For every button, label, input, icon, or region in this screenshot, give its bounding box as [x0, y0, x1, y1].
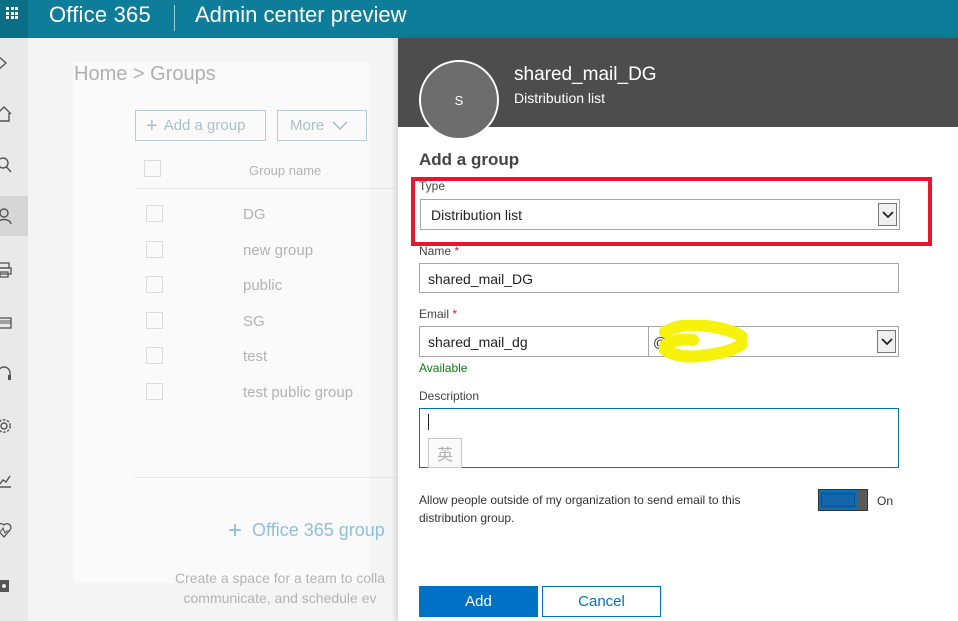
table-row-group-name[interactable]: SG	[243, 313, 265, 330]
row-checkbox[interactable]	[146, 241, 163, 258]
header-divider	[174, 5, 175, 31]
users-icon	[0, 208, 12, 225]
admin-centers-icon	[0, 580, 9, 592]
select-all-checkbox[interactable]	[144, 160, 161, 177]
allow-external-senders-toggle[interactable]	[818, 489, 868, 511]
home-icon	[0, 106, 12, 122]
row-checkbox[interactable]	[146, 205, 163, 222]
health-icon	[0, 522, 12, 538]
cancel-button[interactable]: Cancel	[542, 586, 661, 617]
name-label-text: Name	[419, 244, 452, 258]
email-domain-select[interactable]: @	[649, 320, 899, 363]
row-checkbox[interactable]	[146, 383, 163, 400]
waffle-icon	[6, 7, 18, 19]
group-avatar: S	[419, 60, 499, 140]
toggle-knob	[857, 490, 867, 510]
rail-devices[interactable]	[0, 250, 28, 290]
table-row-group-name[interactable]: test public group	[243, 384, 353, 401]
chevron-down-icon	[332, 120, 348, 130]
ime-mode-indicator: 英	[428, 438, 462, 468]
email-label: Email *	[419, 307, 457, 321]
row-checkbox[interactable]	[146, 347, 163, 364]
email-alias-input[interactable]: shared_mail_dg	[419, 326, 649, 357]
create-group-description: Create a space for a team to colla commu…	[160, 568, 400, 608]
required-marker: *	[454, 244, 460, 258]
rail-billing[interactable]	[0, 303, 28, 343]
rail-expand[interactable]	[0, 43, 28, 83]
expand-icon	[0, 56, 8, 70]
more-label: More	[290, 117, 325, 134]
toggle-track	[821, 493, 855, 507]
add-button[interactable]: Add	[419, 586, 538, 617]
app-title: Admin center preview	[195, 2, 407, 27]
office-365-group-link[interactable]: + Office 365 group	[228, 515, 385, 544]
header-divider-line	[135, 188, 397, 189]
billing-icon	[0, 317, 12, 329]
app-launcher-button[interactable]	[0, 0, 28, 38]
name-label: Name *	[419, 244, 459, 258]
rail-admin-centers[interactable]	[0, 566, 28, 606]
rail-settings[interactable]	[0, 406, 28, 446]
panel-title: shared_mail_DG	[514, 64, 657, 85]
toggle-state-label: On	[877, 494, 894, 508]
allow-external-senders-text: Allow people outside of my organization …	[419, 493, 741, 525]
table-row-group-name[interactable]: test	[243, 348, 267, 365]
list-bottom-divider	[135, 477, 397, 478]
rail-search[interactable]	[0, 145, 28, 185]
table-row-group-name[interactable]: public	[243, 277, 282, 294]
plus-icon: +	[228, 517, 243, 544]
chevron-down-icon	[880, 337, 893, 345]
breadcrumb[interactable]: Home > Groups	[74, 63, 216, 86]
column-header-group-name[interactable]: Group name	[249, 163, 321, 178]
rail-users[interactable]	[0, 196, 28, 236]
headset-icon	[0, 366, 11, 380]
brand-title[interactable]: Office 365	[49, 2, 151, 28]
create-text-line-2: communicate, and schedule ev	[183, 590, 377, 606]
left-nav-rail	[0, 38, 28, 621]
email-label-text: Email	[419, 307, 450, 321]
office-365-group-label: Office 365 group	[252, 520, 385, 540]
printer-icon	[0, 262, 12, 278]
rail-home[interactable]	[0, 94, 28, 134]
plus-icon: +	[146, 114, 158, 137]
top-bar: Office 365 Admin center preview	[0, 0, 958, 38]
section-title: Add a group	[419, 150, 520, 169]
required-marker: *	[452, 307, 458, 321]
text-caret	[428, 414, 429, 430]
annotation-highlight-box	[411, 177, 932, 246]
email-availability-status: Available	[419, 361, 468, 375]
description-textarea[interactable]: 英	[419, 408, 899, 468]
rail-support[interactable]	[0, 354, 28, 394]
table-row-group-name[interactable]: new group	[243, 242, 313, 259]
more-button[interactable]: More	[277, 110, 367, 141]
rail-reports[interactable]	[0, 460, 28, 500]
create-text-line-1: Create a space for a team to colla	[174, 570, 386, 586]
add-a-group-label: Add a group	[163, 117, 246, 134]
row-checkbox[interactable]	[146, 312, 163, 329]
panel-subtitle: Distribution list	[514, 90, 606, 106]
search-icon	[0, 157, 12, 173]
redaction-scribble	[659, 320, 747, 363]
gear-icon	[0, 419, 11, 433]
add-group-panel: shared_mail_DG Distribution list S Add a…	[398, 38, 958, 621]
row-checkbox[interactable]	[146, 276, 163, 293]
domain-dropdown-button[interactable]	[877, 330, 896, 353]
name-input[interactable]: shared_mail_DG	[419, 263, 899, 293]
table-row-group-name[interactable]: DG	[243, 206, 266, 223]
add-a-group-button[interactable]: + Add a group	[135, 110, 266, 141]
rail-health[interactable]	[0, 510, 28, 550]
reports-icon	[0, 475, 11, 488]
description-label: Description	[419, 389, 480, 403]
